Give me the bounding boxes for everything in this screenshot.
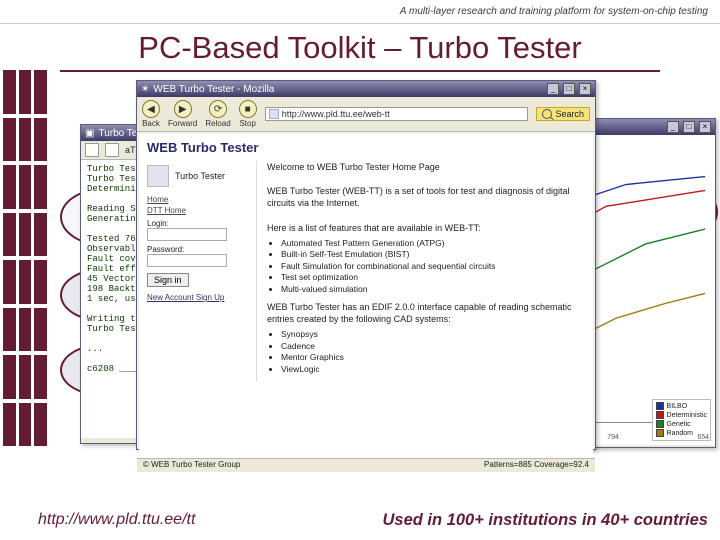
feature-item: Built-in Self-Test Emulation (BIST) bbox=[281, 249, 585, 260]
page-sidebar: Turbo Tester Home DTT Home Login: Passwo… bbox=[147, 161, 257, 381]
header-subtitle: A multi-layer research and training plat… bbox=[400, 6, 708, 17]
address-bar[interactable]: http://www.pld.ttu.ee/web-tt bbox=[265, 107, 529, 121]
logo-row: Turbo Tester bbox=[147, 165, 250, 187]
search-button[interactable]: Search bbox=[536, 107, 590, 121]
cad-item: Mentor Graphics bbox=[281, 352, 585, 363]
window-browser: ✶ WEB Turbo Tester - Mozilla _ □ × ◀Back… bbox=[136, 80, 596, 450]
slide-footer: http://www.pld.ttu.ee/tt Used in 100+ in… bbox=[0, 500, 720, 540]
page-main: Welcome to WEB Turbo Tester Home Page WE… bbox=[267, 161, 585, 381]
stop-icon: ■ bbox=[239, 100, 257, 118]
legend-bilbo: BILBO bbox=[667, 402, 688, 411]
feature-item: Fault Simulation for combinational and s… bbox=[281, 261, 585, 272]
reload-button[interactable]: ⟳Reload bbox=[205, 100, 230, 128]
x-tick: 654 bbox=[697, 434, 709, 441]
logo-icon bbox=[147, 165, 169, 187]
status-credit: © WEB Turbo Tester Group bbox=[143, 460, 240, 471]
footer-tagline: Used in 100+ institutions in 40+ countri… bbox=[195, 511, 712, 530]
features-list: Automated Test Pattern Generation (ATPG)… bbox=[281, 238, 585, 295]
stop-button[interactable]: ■Stop bbox=[239, 100, 257, 128]
back-button[interactable]: ◀Back bbox=[142, 100, 160, 128]
cad-item: Synopsys bbox=[281, 329, 585, 340]
password-input[interactable] bbox=[147, 254, 227, 267]
nav-home[interactable]: Home bbox=[147, 195, 250, 204]
mozilla-icon: ✶ bbox=[141, 84, 149, 95]
close-button[interactable]: × bbox=[579, 83, 591, 95]
legend-genetic: Genetic bbox=[667, 420, 691, 429]
back-icon: ◀ bbox=[142, 100, 160, 118]
feature-item: Test set optimization bbox=[281, 272, 585, 283]
sign-in-button[interactable]: Sign in bbox=[147, 273, 189, 287]
site-icon bbox=[269, 109, 279, 119]
sidebar-nav: Home DTT Home bbox=[147, 195, 250, 215]
slide-root: { "header": { "subtitle": "A multi-layer… bbox=[0, 0, 720, 540]
maximize-button[interactable]: □ bbox=[683, 121, 695, 133]
x-tick: 794 bbox=[607, 434, 619, 441]
header-bar: A multi-layer research and training plat… bbox=[0, 0, 720, 24]
login-label: Login: bbox=[147, 219, 250, 228]
password-label: Password: bbox=[147, 245, 250, 254]
minimize-button[interactable]: _ bbox=[547, 83, 559, 95]
cad-item: Cadence bbox=[281, 341, 585, 352]
welcome-text: Welcome to WEB Turbo Tester Home Page bbox=[267, 161, 585, 173]
content-area: Formats: EDIF AGM Spectrum catalog Fault… bbox=[56, 76, 714, 494]
browser-toolbar: ◀Back ▶Forward ⟳Reload ■Stop http://www.… bbox=[137, 97, 595, 132]
address-text: http://www.pld.ttu.ee/web-tt bbox=[282, 109, 390, 119]
new-account-link[interactable]: New Account Sign Up bbox=[147, 293, 250, 302]
open-icon[interactable] bbox=[85, 143, 99, 157]
app-icon: ▣ bbox=[85, 128, 94, 139]
features-intro: Here is a list of features that are avai… bbox=[267, 222, 585, 234]
reload-icon: ⟳ bbox=[209, 100, 227, 118]
feature-item: Automated Test Pattern Generation (ATPG) bbox=[281, 238, 585, 249]
logo-text: Turbo Tester bbox=[175, 171, 225, 181]
window-titlebar[interactable]: ✶ WEB Turbo Tester - Mozilla _ □ × bbox=[137, 81, 595, 97]
footer-url: http://www.pld.ttu.ee/tt bbox=[8, 511, 195, 529]
window-title: WEB Turbo Tester - Mozilla bbox=[153, 84, 274, 95]
minimize-button[interactable]: _ bbox=[667, 121, 679, 133]
nav-dtt[interactable]: DTT Home bbox=[147, 206, 250, 215]
login-input[interactable] bbox=[147, 228, 227, 241]
slide-title: PC-Based Toolkit – Turbo Tester bbox=[0, 24, 720, 68]
intro-text: WEB Turbo Tester (WEB-TT) is a set of to… bbox=[267, 185, 585, 209]
maximize-button[interactable]: □ bbox=[563, 83, 575, 95]
feature-item: Multi-valued simulation bbox=[281, 284, 585, 295]
legend-deterministic: Deterministic bbox=[667, 411, 707, 420]
edif-text: WEB Turbo Tester has an EDIF 2.0.0 inter… bbox=[267, 301, 585, 325]
close-button[interactable]: × bbox=[699, 121, 711, 133]
browser-page: WEB Turbo Tester Turbo Tester Home DTT H… bbox=[139, 134, 593, 456]
forward-icon: ▶ bbox=[174, 100, 192, 118]
forward-button[interactable]: ▶Forward bbox=[168, 100, 197, 128]
cad-list: Synopsys Cadence Mentor Graphics ViewLog… bbox=[281, 329, 585, 375]
page-title: WEB Turbo Tester bbox=[147, 140, 585, 155]
decorative-stripe bbox=[0, 68, 50, 448]
title-rule bbox=[60, 70, 660, 72]
browser-status-bar: © WEB Turbo Tester Group Patterns=885 Co… bbox=[137, 458, 595, 472]
status-coverage: Patterns=885 Coverage=92.4 bbox=[484, 460, 589, 471]
cad-item: ViewLogic bbox=[281, 364, 585, 375]
save-icon[interactable] bbox=[105, 143, 119, 157]
search-icon bbox=[542, 109, 552, 119]
